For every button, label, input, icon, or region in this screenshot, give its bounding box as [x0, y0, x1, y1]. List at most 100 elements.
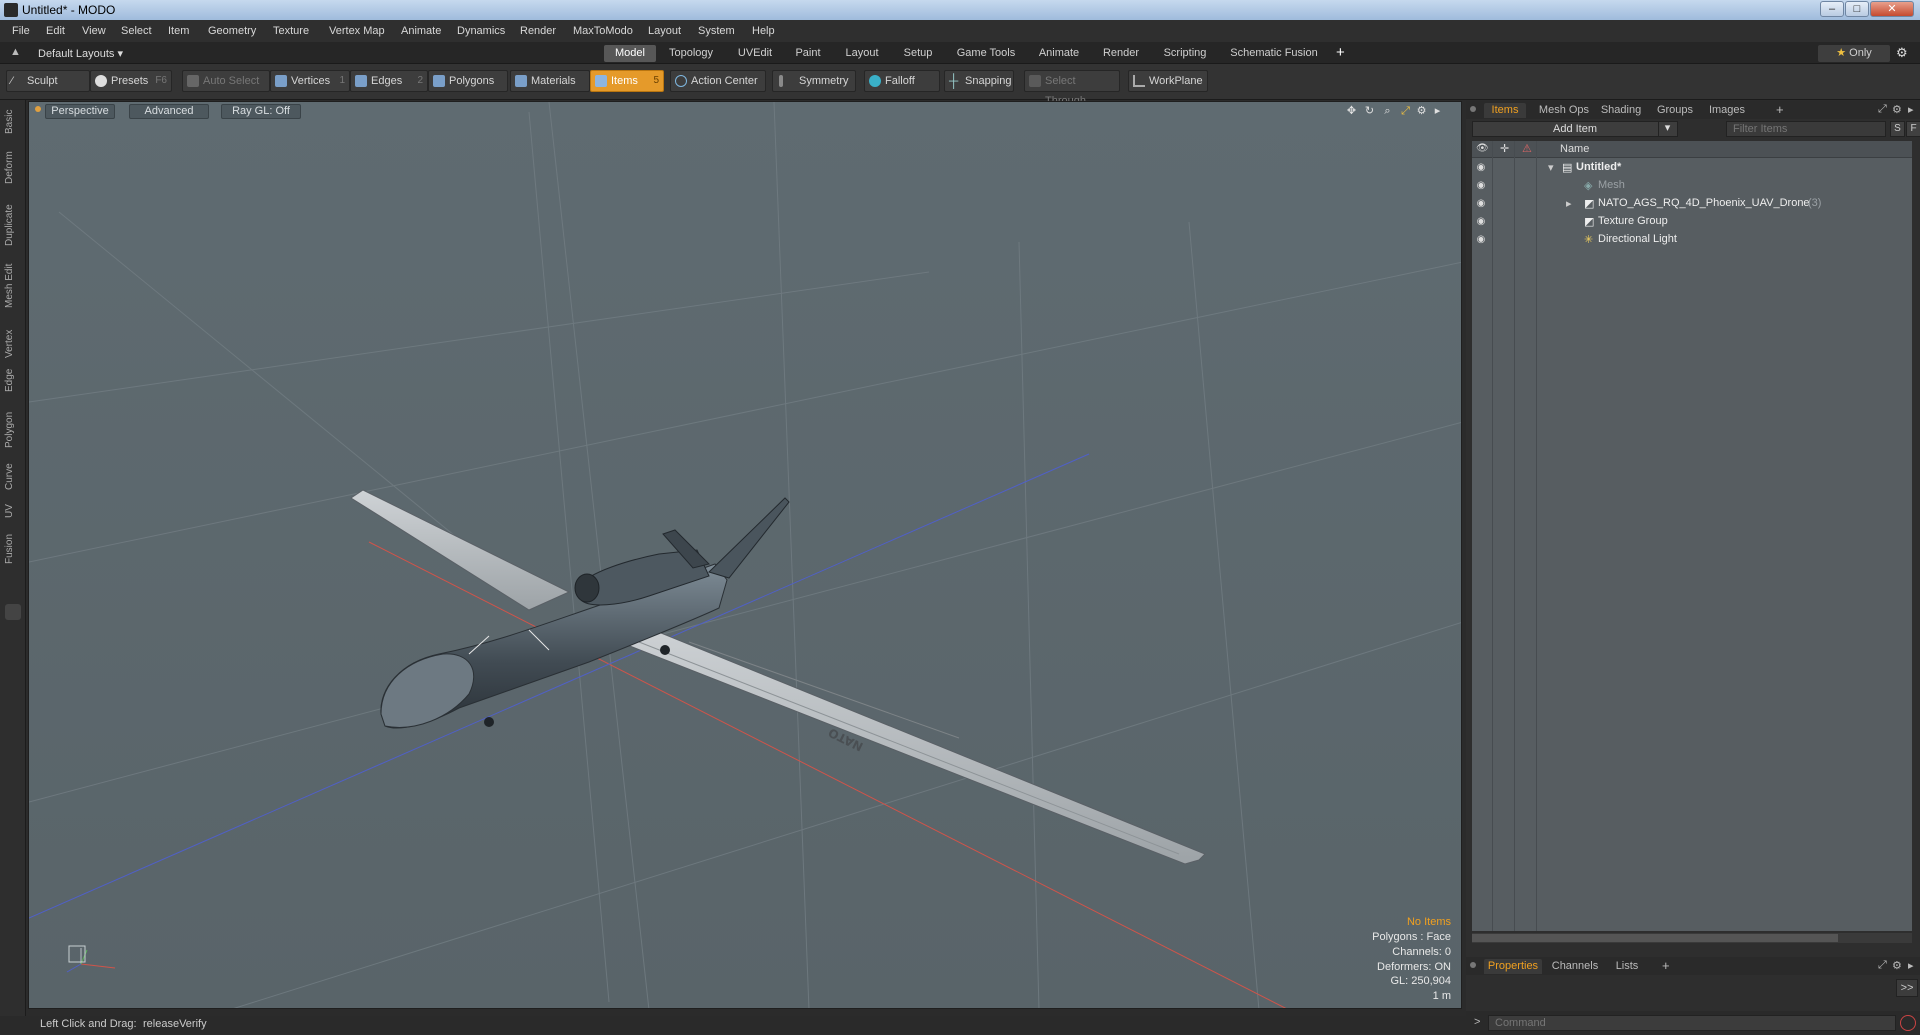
vtab-curve[interactable]: Curve [4, 454, 20, 490]
tree-row-scene[interactable]: ◉ ▾ ▤ Untitled* [1472, 159, 1912, 177]
menu-file[interactable]: File [12, 25, 30, 37]
f-toggle-button[interactable]: F [1906, 121, 1920, 137]
s-toggle-button[interactable]: S [1890, 121, 1905, 137]
panel-settings-icon[interactable]: ⚙ [1892, 959, 1902, 972]
auto-select-button[interactable]: Auto Select [182, 70, 270, 92]
visibility-eye-icon[interactable]: ◉ [1475, 180, 1487, 191]
panel-menu-icon[interactable]: ▸ [1908, 959, 1914, 972]
render-column-icon[interactable]: ⚠ [1522, 142, 1532, 155]
polygons-button[interactable]: Polygons [428, 70, 508, 92]
name-column-header[interactable]: Name [1560, 143, 1589, 155]
tab-items[interactable]: Items [1484, 103, 1526, 118]
menu-layout[interactable]: Layout [648, 25, 681, 37]
add-tab-icon[interactable]: + [1336, 44, 1345, 61]
lock-column-icon[interactable]: ✛ [1500, 142, 1509, 155]
menu-animate[interactable]: Animate [401, 25, 441, 37]
rotate-icon[interactable]: ↻ [1363, 105, 1376, 118]
viewport-menu-arrow-icon[interactable]: ▸ [1431, 105, 1444, 118]
tab-properties[interactable]: Properties [1484, 959, 1542, 974]
visibility-column-icon[interactable]: 👁 [1476, 143, 1489, 154]
strip-toggle-button[interactable] [5, 604, 21, 620]
menu-maxtomodo[interactable]: MaxToModo [573, 25, 633, 37]
command-input[interactable] [1488, 1015, 1896, 1031]
action-center-button[interactable]: Action Center [670, 70, 766, 92]
menu-geometry[interactable]: Geometry [208, 25, 256, 37]
tab-topology[interactable]: Topology [660, 45, 722, 62]
tab-game-tools[interactable]: Game Tools [948, 45, 1024, 62]
visibility-eye-icon[interactable]: ◉ [1475, 216, 1487, 227]
expand-panel-icon[interactable]: ⤢ [1878, 103, 1887, 116]
materials-button[interactable]: Materials [510, 70, 590, 92]
tab-schematic-fusion[interactable]: Schematic Fusion [1222, 45, 1326, 62]
gear-icon[interactable]: ⚙ [1896, 45, 1908, 61]
vertices-button[interactable]: Vertices 1 [270, 70, 350, 92]
3d-viewport[interactable]: NATO Perspective Advanced Ray GL: Off ✥ … [28, 101, 1462, 1009]
properties-expand-button[interactable]: >> [1896, 979, 1918, 997]
filter-items-input[interactable] [1726, 121, 1886, 137]
scrollbar-thumb[interactable] [1472, 934, 1838, 942]
maximize-view-icon[interactable]: ⤢ [1399, 105, 1412, 118]
tab-paint[interactable]: Paint [786, 45, 830, 62]
add-panel-tab-icon[interactable]: + [1776, 102, 1784, 117]
tree-row-drone-group[interactable]: ◉ ▸ ◩ NATO_AGS_RQ_4D_Phoenix_UAV_Drone (… [1472, 195, 1912, 213]
viewport-settings-icon[interactable]: ⚙ [1415, 105, 1428, 118]
tab-groups[interactable]: Groups [1652, 103, 1698, 118]
pan-icon[interactable]: ✥ [1345, 105, 1358, 118]
edges-button[interactable]: Edges 2 [350, 70, 428, 92]
tree-row-directional-light[interactable]: ◉ ✳ Directional Light [1472, 231, 1912, 249]
tab-shading[interactable]: Shading [1596, 103, 1646, 118]
vtab-duplicate[interactable]: Duplicate [4, 194, 20, 246]
tree-row-texture-group[interactable]: ◉ ◩ Texture Group [1472, 213, 1912, 231]
tab-layout[interactable]: Layout [836, 45, 888, 62]
close-button[interactable]: ✕ [1870, 1, 1914, 17]
vtab-uv[interactable]: UV [4, 496, 20, 518]
vtab-vertex[interactable]: Vertex [4, 318, 20, 358]
tab-animate[interactable]: Animate [1030, 45, 1088, 62]
menu-item[interactable]: Item [168, 25, 189, 37]
layout-selector[interactable]: Default Layouts ▾ [38, 47, 123, 60]
menu-system[interactable]: System [698, 25, 735, 37]
menu-vertex-map[interactable]: Vertex Map [329, 25, 385, 37]
tab-uvedit[interactable]: UVEdit [728, 45, 782, 62]
tab-mesh-ops[interactable]: Mesh Ops [1536, 103, 1592, 118]
visibility-eye-icon[interactable]: ◉ [1475, 198, 1487, 209]
add-item-button[interactable]: Add Item [1472, 121, 1678, 137]
expand-panel-icon[interactable]: ⤢ [1878, 959, 1887, 972]
vtab-edge[interactable]: Edge [4, 362, 20, 392]
tab-render[interactable]: Render [1094, 45, 1148, 62]
visibility-eye-icon[interactable]: ◉ [1475, 234, 1487, 245]
tab-lists[interactable]: Lists [1608, 959, 1646, 974]
vtab-fusion[interactable]: Fusion [4, 524, 20, 564]
minimize-button[interactable]: – [1820, 1, 1844, 17]
add-panel-tab-icon[interactable]: + [1662, 958, 1670, 973]
maximize-button[interactable]: □ [1845, 1, 1869, 17]
sculpt-button[interactable]: ⁄ Sculpt [6, 70, 90, 92]
menu-dynamics[interactable]: Dynamics [457, 25, 505, 37]
snapping-button[interactable]: ┼ Snapping [944, 70, 1014, 92]
menu-edit[interactable]: Edit [46, 25, 65, 37]
select-through-button[interactable]: Select Through [1024, 70, 1120, 107]
tab-scripting[interactable]: Scripting [1154, 45, 1216, 62]
items-button[interactable]: Items 5 [590, 70, 664, 92]
menu-select[interactable]: Select [121, 25, 152, 37]
expand-arrow-icon[interactable]: ▸ [1566, 197, 1572, 210]
panel-settings-icon[interactable]: ⚙ [1892, 103, 1902, 116]
expand-arrow-icon[interactable]: ▾ [1548, 161, 1554, 174]
vtab-polygon[interactable]: Polygon [4, 400, 20, 448]
tab-setup[interactable]: Setup [894, 45, 942, 62]
presets-button[interactable]: Presets F6 [90, 70, 172, 92]
workplane-button[interactable]: WorkPlane [1128, 70, 1208, 92]
tree-row-mesh[interactable]: ◉ ◈ Mesh [1472, 177, 1912, 195]
vtab-basic[interactable]: Basic [4, 104, 20, 134]
visibility-eye-icon[interactable]: ◉ [1475, 162, 1487, 173]
scene-canvas[interactable]: NATO [29, 102, 1462, 1009]
panel-menu-icon[interactable]: ▸ [1908, 103, 1914, 116]
tab-model[interactable]: Model [604, 45, 656, 62]
collapse-arrow-icon[interactable]: ▲ [10, 46, 21, 58]
view-mode-button[interactable]: Perspective [45, 104, 115, 119]
raygl-button[interactable]: Ray GL: Off [221, 104, 301, 119]
only-toggle[interactable]: ★ Only [1818, 45, 1890, 62]
tab-images[interactable]: Images [1702, 103, 1752, 118]
menu-render[interactable]: Render [520, 25, 556, 37]
zoom-icon[interactable]: ⌕ [1381, 105, 1394, 118]
